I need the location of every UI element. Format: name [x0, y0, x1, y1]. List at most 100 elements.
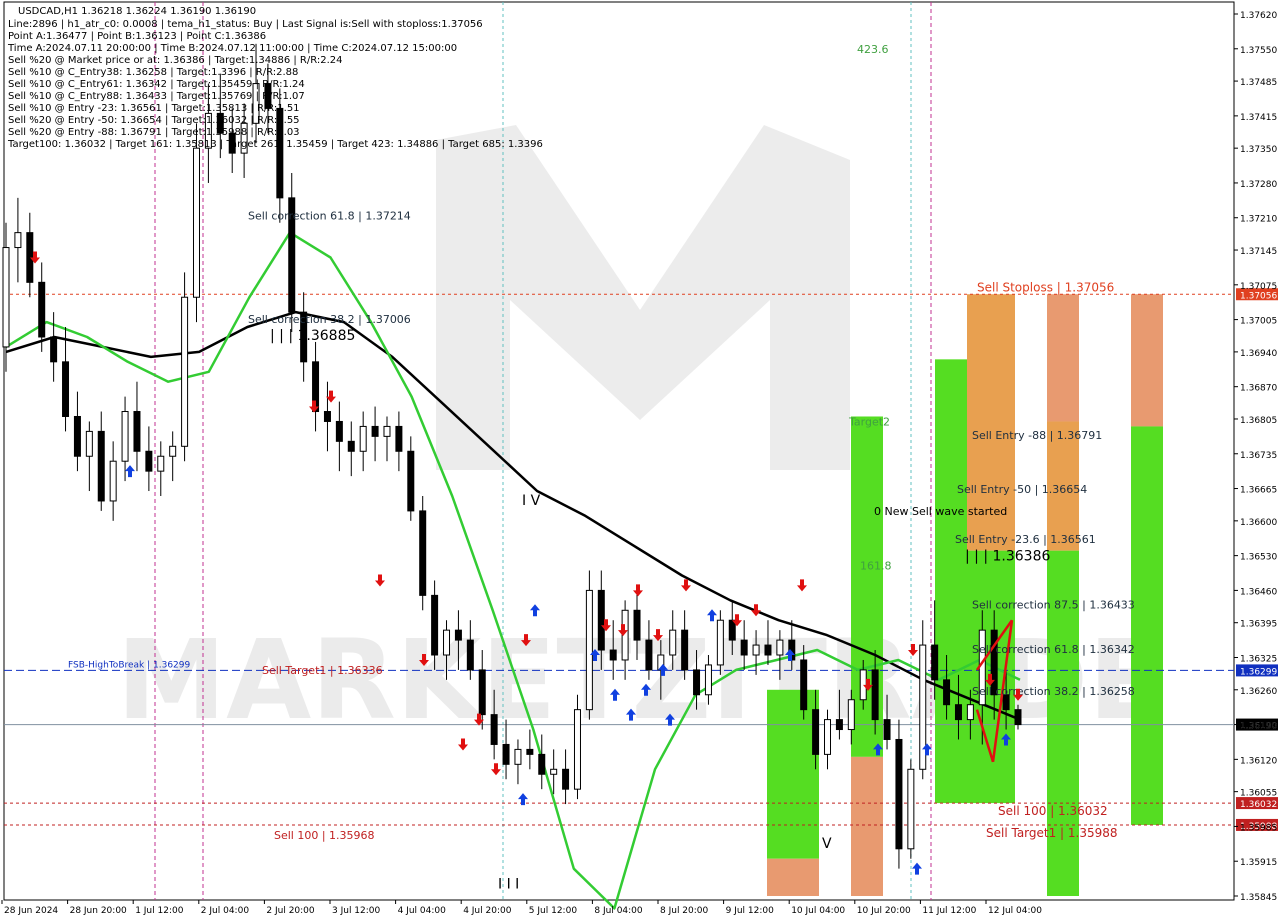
candle-body	[764, 644, 772, 656]
chart-annotation: Sell correction 61.8 | 1.37214	[248, 210, 411, 223]
candle-body	[109, 460, 117, 502]
level-label: Sell Target1 | 1.35988	[986, 826, 1118, 840]
info-line: Target100: 1.36032 | Target 161: 1.35813…	[7, 139, 543, 150]
candle-body	[395, 425, 403, 452]
target-bar-segment	[1131, 426, 1163, 825]
candle-body	[443, 629, 451, 656]
candle-body	[38, 281, 46, 338]
candle-body	[192, 147, 200, 298]
candle-body	[633, 609, 641, 641]
chart-annotation: 0 New Sell wave started	[874, 505, 1007, 518]
candle-body	[669, 629, 677, 656]
chart-annotation: 423.6	[857, 43, 889, 56]
price-tick-label: 1.35915	[1240, 858, 1277, 868]
candle-body	[157, 455, 165, 472]
candle-body	[502, 743, 510, 765]
candle-body	[454, 629, 462, 641]
time-tick-label: 2 Jul 04:00	[201, 906, 250, 916]
price-tick-label: 1.36805	[1240, 416, 1277, 426]
chart-annotation: Sell Target1 | 1.36336	[262, 664, 383, 677]
candle-body	[835, 719, 843, 731]
price-tick-label: 1.36940	[1240, 349, 1277, 359]
candle-body	[490, 714, 498, 745]
info-line: Sell %10 @ C_Entry38: 1.36258 | Target:1…	[8, 67, 298, 78]
chart-annotation: V	[822, 836, 832, 852]
candle-body	[347, 440, 355, 452]
price-chart[interactable]: MARKETZITRADE Sell Stoploss | 1.370561.3…	[0, 0, 1280, 920]
candle-body	[550, 768, 558, 775]
price-tick-label: 1.37415	[1240, 113, 1277, 123]
time-tick-label: 4 Jul 04:00	[398, 906, 447, 916]
price-axis-tag-label: 1.37056	[1240, 291, 1277, 301]
price-tick-label: 1.36260	[1240, 687, 1277, 697]
price-axis-tag-label: 1.36032	[1240, 800, 1277, 810]
price-tick-label: 1.36120	[1240, 756, 1277, 766]
price-tick-label: 1.36530	[1240, 553, 1277, 563]
candle-body	[740, 639, 748, 656]
candle-body	[824, 719, 832, 755]
price-axis-tag-label: 1.36299	[1240, 667, 1277, 677]
chart-annotation: Sell correction 38.2 | 1.37006	[248, 313, 411, 326]
candle-body	[97, 430, 105, 502]
price-tick-label: 1.36870	[1240, 384, 1277, 394]
candle-body	[966, 704, 974, 721]
chart-annotation: Sell Entry -88 | 1.36791	[972, 429, 1102, 442]
info-line: Sell %20 @ Entry -88: 1.36791 | Target:1…	[8, 127, 300, 138]
candle-body	[597, 589, 605, 651]
candle-body	[526, 748, 534, 755]
candle-body	[85, 430, 93, 457]
candle-body	[895, 738, 903, 850]
chart-annotation: Sell Entry -50 | 1.36654	[957, 483, 1087, 496]
chart-annotation: Sell correction 38.2 | 1.36258	[972, 685, 1135, 698]
candle-body	[585, 589, 593, 711]
time-tick-label: 4 Jul 20:00	[463, 906, 512, 916]
chart-annotation: I I I	[498, 877, 519, 893]
info-line: Line:2896 | h1_atr_c0: 0.0008 | tema_h1_…	[8, 19, 483, 30]
time-tick-label: 8 Jul 20:00	[660, 906, 709, 916]
candle-body	[943, 679, 951, 706]
chart-annotation: Target2	[848, 415, 890, 428]
candle-body	[800, 659, 808, 711]
target-bar-segment	[767, 689, 819, 859]
time-tick-label: 3 Jul 12:00	[332, 906, 381, 916]
candle-body	[323, 411, 331, 422]
candle-body	[812, 709, 820, 755]
candle-body	[431, 594, 439, 656]
candle-body	[693, 669, 701, 696]
candle-body	[609, 649, 617, 661]
candle-body	[419, 510, 427, 596]
price-tick-label: 1.36665	[1240, 486, 1277, 496]
symbol-header: USDCAD,H1 1.36218 1.36224 1.36190 1.3619…	[18, 6, 256, 17]
candle-body	[514, 748, 522, 765]
price-tick-label: 1.37485	[1240, 78, 1277, 88]
chart-root[interactable]: MARKETZITRADE Sell Stoploss | 1.37056 1.3…	[0, 0, 1280, 920]
time-tick-label: 28 Jun 2024	[4, 906, 58, 916]
candle-body	[62, 361, 70, 417]
candle-body	[907, 768, 915, 850]
target-bar-segment	[851, 756, 883, 896]
candle-body	[776, 639, 784, 656]
candle-body	[704, 664, 712, 696]
candle-body	[562, 768, 570, 790]
candle-body	[931, 644, 939, 681]
target-bar-segment	[1047, 294, 1079, 422]
chart-annotation: 161.8	[860, 560, 892, 573]
info-line: Sell %10 @ C_Entry88: 1.36433 | Target:1…	[8, 91, 305, 102]
price-tick-label: 1.37075	[1240, 282, 1277, 292]
candle-body	[50, 336, 58, 363]
candle-body	[716, 619, 724, 666]
candle-body	[883, 719, 891, 740]
time-tick-label: 10 Jul 20:00	[857, 906, 911, 916]
price-tick-label: 1.37620	[1240, 11, 1277, 21]
price-tick-label: 1.37005	[1240, 317, 1277, 327]
time-tick-label: 1 Jul 12:00	[135, 906, 184, 916]
info-line: Sell %10 @ C_Entry61: 1.36342 | Target:1…	[8, 79, 305, 90]
chart-annotation: Sell Entry -23.6 | 1.36561	[955, 533, 1096, 546]
candle-body	[359, 425, 367, 452]
candle-body	[407, 450, 415, 512]
candle-body	[538, 753, 546, 775]
info-line: Sell %10 @ Entry -23: 1.36561 | Target:1…	[8, 103, 300, 114]
target-bar-segment	[767, 858, 819, 896]
candle-body	[371, 425, 379, 437]
candle-body	[573, 709, 581, 790]
